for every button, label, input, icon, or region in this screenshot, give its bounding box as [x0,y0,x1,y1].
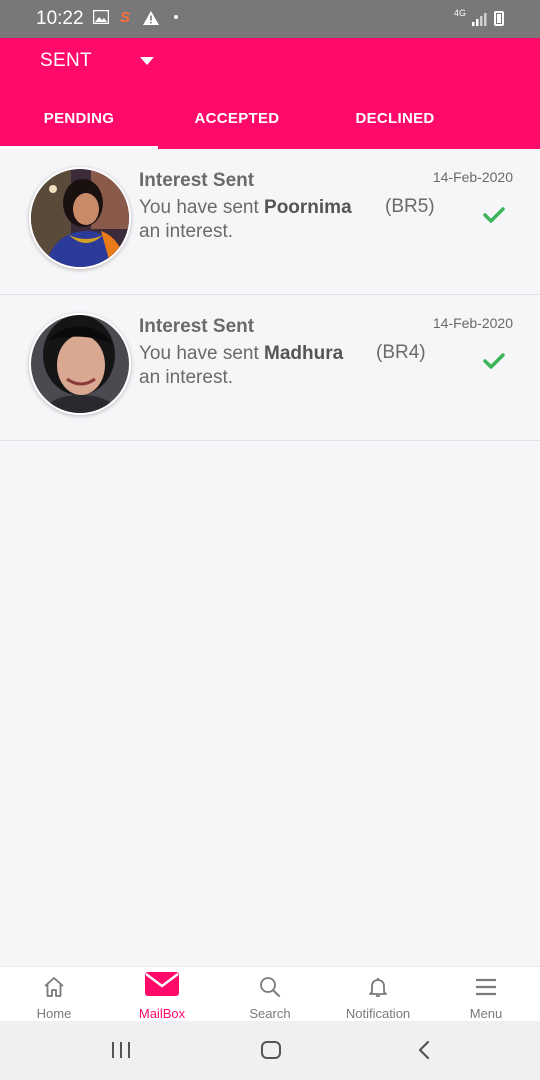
caret-down-icon [140,57,154,65]
tab-bar: PENDING ACCEPTED DECLINED [0,102,540,149]
nav-search-label: Search [249,1006,291,1021]
item-profile-id: (BR5) [385,196,435,217]
item-title: Interest Sent [139,170,255,191]
gallery-icon [92,9,110,29]
avatar[interactable] [29,167,131,269]
status-bar: 10:22 S 4G [0,0,540,38]
battery-icon [494,11,504,26]
mail-icon [108,971,216,997]
nav-menu-label: Menu [469,1006,503,1021]
item-title: Interest Sent [139,316,255,337]
nav-search[interactable]: Search [216,967,324,1022]
tab-declined[interactable]: DECLINED [316,102,474,149]
nav-notification[interactable]: Notification [324,967,432,1022]
check-icon [483,353,505,374]
check-icon [483,207,505,228]
nav-menu[interactable]: Menu [432,967,540,1022]
nav-home[interactable]: Home [0,967,108,1022]
home-icon [0,975,108,1001]
app-s-icon: S [120,9,131,26]
list-item[interactable]: Interest Sent You have sent Poornima an … [0,149,540,295]
app-header: SENT PENDING ACCEPTED DECLINED [0,38,540,149]
recent-apps-icon[interactable] [110,1039,132,1066]
system-home-icon[interactable] [260,1039,282,1066]
network-4g-icon: 4G [454,8,467,18]
list-item[interactable]: Interest Sent You have sent Madhura an i… [0,295,540,441]
avatar[interactable] [29,313,131,415]
nav-home-label: Home [36,1006,72,1021]
bell-icon [324,975,432,1001]
item-date: 14-Feb-2020 [432,169,513,185]
back-icon[interactable] [414,1039,436,1066]
warning-icon [142,10,160,31]
nav-mailbox[interactable]: MailBox [108,967,216,1022]
mailbox-filter-dropdown[interactable]: SENT [40,50,170,74]
item-name: Madhura [264,343,344,364]
system-nav-bar [0,1021,540,1080]
item-text-before: You have sent [139,343,259,364]
bottom-nav: Home MailBox Search Notification Menu [0,966,540,1021]
nav-notification-label: Notification [345,1006,411,1021]
item-profile-id: (BR4) [376,342,426,363]
status-time: 10:22 [36,8,84,29]
item-text-after: an interest. [139,221,233,242]
menu-icon [432,975,540,1001]
search-icon [216,975,324,1001]
item-text-before: You have sent [139,197,259,218]
signal-icon [472,12,488,31]
notification-dot-icon [174,15,178,19]
tab-pending[interactable]: PENDING [0,102,158,149]
item-text-after: an interest. [139,367,233,388]
item-name: Poornima [264,197,352,218]
interest-list: Interest Sent You have sent Poornima an … [0,149,540,441]
tab-accepted[interactable]: ACCEPTED [158,102,316,149]
nav-mailbox-label: MailBox [138,1006,186,1021]
dropdown-label: SENT [40,50,92,71]
item-date: 14-Feb-2020 [432,315,513,331]
